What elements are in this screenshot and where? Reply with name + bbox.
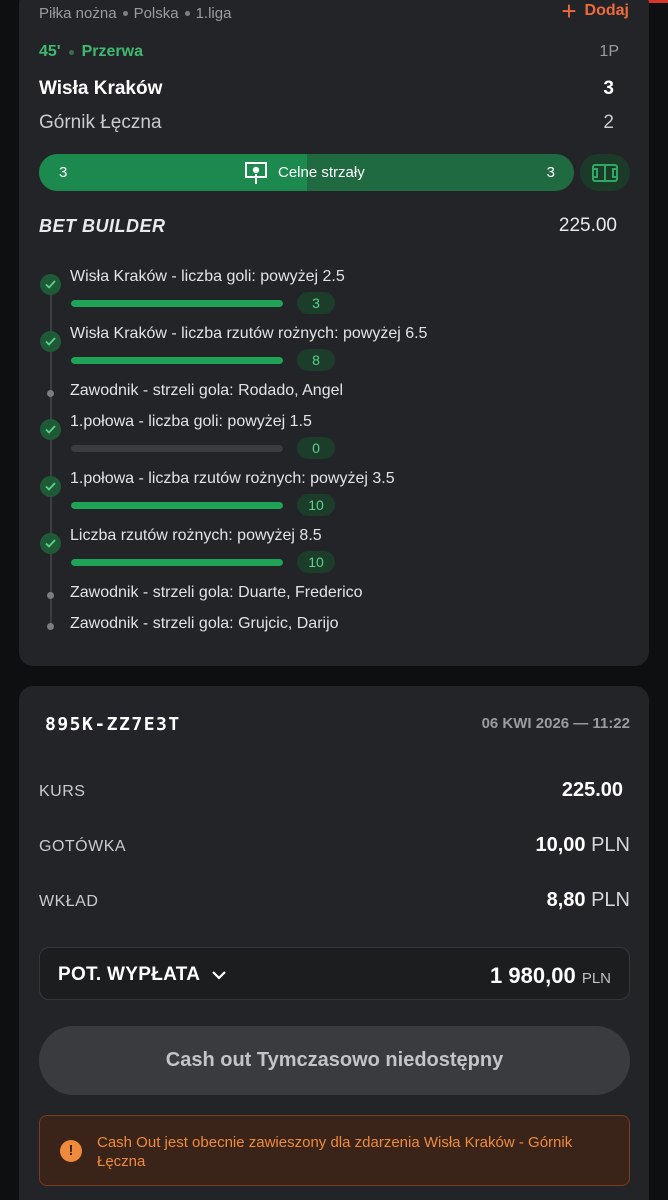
match-status: 45' Przerwa (39, 43, 143, 61)
match-period: 1P (599, 43, 619, 60)
cash-currency: PLN (591, 834, 630, 856)
bet-leg-count: 0 (297, 437, 335, 459)
goal-target-icon (245, 161, 267, 184)
plus-icon: + (561, 0, 577, 26)
bet-leg-label: Liczba rzutów rożnych: powyżej 8.5 (70, 527, 322, 544)
cash-label: GOTÓWKA (39, 838, 127, 855)
bet-leg-count: 3 (297, 292, 335, 314)
stake-value: 8,80 (546, 889, 586, 911)
pitch-view-button[interactable] (580, 154, 630, 191)
breadcrumb-league[interactable]: 1.liga (196, 5, 232, 22)
shots-on-target-bar[interactable]: 3 Celne strzały 3 (39, 154, 574, 191)
payout-value: 1 980,00 (490, 963, 576, 988)
shots-label: Celne strzały (278, 164, 365, 181)
pending-dot-icon (47, 592, 54, 599)
breadcrumb: Piłka nożna Polska 1.liga (39, 4, 231, 22)
stake-currency: PLN (591, 889, 630, 911)
stake-amount: 8,80 PLN (547, 889, 630, 912)
match-minute: 45' (39, 43, 61, 60)
check-icon (40, 419, 61, 440)
odds-value: 225.00 (561, 779, 623, 801)
breadcrumb-country[interactable]: Polska (134, 5, 179, 22)
check-icon (40, 331, 61, 352)
alert-text: Cash Out jest obecnie zawieszony dla zda… (97, 1134, 573, 1170)
shots-label-group: Celne strzały (244, 154, 365, 191)
bet-builder-title: BET BUILDER (39, 216, 166, 236)
add-button-label: Dodaj (584, 2, 629, 19)
payout-amount: 1 980,00 PLN (490, 963, 611, 989)
check-icon (40, 533, 61, 554)
payout-toggle[interactable]: POT. WYPŁATA (58, 964, 227, 986)
potential-payout-box[interactable]: POT. WYPŁATA 1 980,00 PLN (39, 947, 630, 1000)
match-phase: Przerwa (81, 43, 143, 60)
stake-label: WKŁAD (39, 893, 99, 910)
cash-amount: 10,00 PLN (535, 834, 630, 857)
chevron-down-icon (212, 970, 227, 980)
pending-dot-icon (47, 623, 54, 630)
bet-leg-label: Zawodnik - strzeli gola: Duarte, Frederi… (70, 584, 363, 601)
odds-row: KURS 225.00 (39, 779, 630, 802)
pitch-icon (592, 163, 618, 182)
check-icon (40, 274, 61, 295)
cashout-button[interactable]: Cash out Tymczasowo niedostępny (39, 1026, 630, 1095)
check-icon (40, 476, 61, 497)
pending-dot-icon (47, 390, 54, 397)
bet-builder-odds: 225.00 (558, 215, 617, 236)
breadcrumb-separator (184, 10, 190, 16)
bet-leg-count: 10 (297, 551, 335, 573)
bet-leg-progress (71, 357, 283, 364)
home-team-score: 3 (603, 78, 614, 99)
cash-value: 10,00 (535, 834, 586, 856)
bet-leg-label: Wisła Kraków - liczba rzutów rożnych: po… (70, 325, 428, 342)
payout-label: POT. WYPŁATA (58, 964, 201, 985)
add-button[interactable]: + Dodaj (561, 0, 629, 26)
bet-leg-progress (71, 300, 283, 307)
status-separator (68, 49, 74, 55)
cash-row: GOTÓWKA 10,00 PLN (39, 834, 630, 857)
bet-leg-label: Zawodnik - strzeli gola: Rodado, Angel (70, 382, 344, 399)
warning-icon: ! (60, 1140, 82, 1162)
stake-row: WKŁAD 8,80 PLN (39, 889, 630, 912)
away-team-name: Górnik Łęczna (39, 112, 162, 133)
shots-away-value: 3 (546, 164, 555, 181)
bet-leg-label: Wisła Kraków - liczba goli: powyżej 2.5 (70, 268, 345, 285)
home-team-row: Wisła Kraków 3 (39, 78, 616, 100)
odds-label: KURS (39, 783, 86, 800)
bet-leg-label: Zawodnik - strzeli gola: Grujcic, Darijo (70, 615, 339, 632)
home-team-name: Wisła Kraków (39, 78, 163, 99)
bet-leg-label: 1.połowa - liczba goli: powyżej 1.5 (70, 413, 312, 430)
bet-leg-label: 1.połowa - liczba rzutów rożnych: powyże… (70, 470, 395, 487)
breadcrumb-sport[interactable]: Piłka nożna (39, 5, 117, 22)
bet-leg-count: 10 (297, 494, 335, 516)
bet-leg-progress (71, 502, 283, 509)
ticket-date: 06 KWI 2026 — 11:22 (481, 715, 630, 732)
cashout-warning-alert: ! Cash Out jest obecnie zawieszony dla z… (39, 1115, 630, 1186)
ticket-id: 895K-ZZ7E3T (45, 714, 181, 735)
bet-leg-progress (71, 559, 283, 566)
bet-leg-progress (71, 445, 283, 452)
payout-currency: PLN (581, 970, 611, 987)
away-team-row: Górnik Łęczna 2 (39, 112, 616, 134)
bet-leg-count: 8 (297, 349, 335, 371)
shots-home-value: 3 (59, 164, 68, 181)
breadcrumb-separator (122, 10, 128, 16)
away-team-score: 2 (603, 112, 614, 133)
